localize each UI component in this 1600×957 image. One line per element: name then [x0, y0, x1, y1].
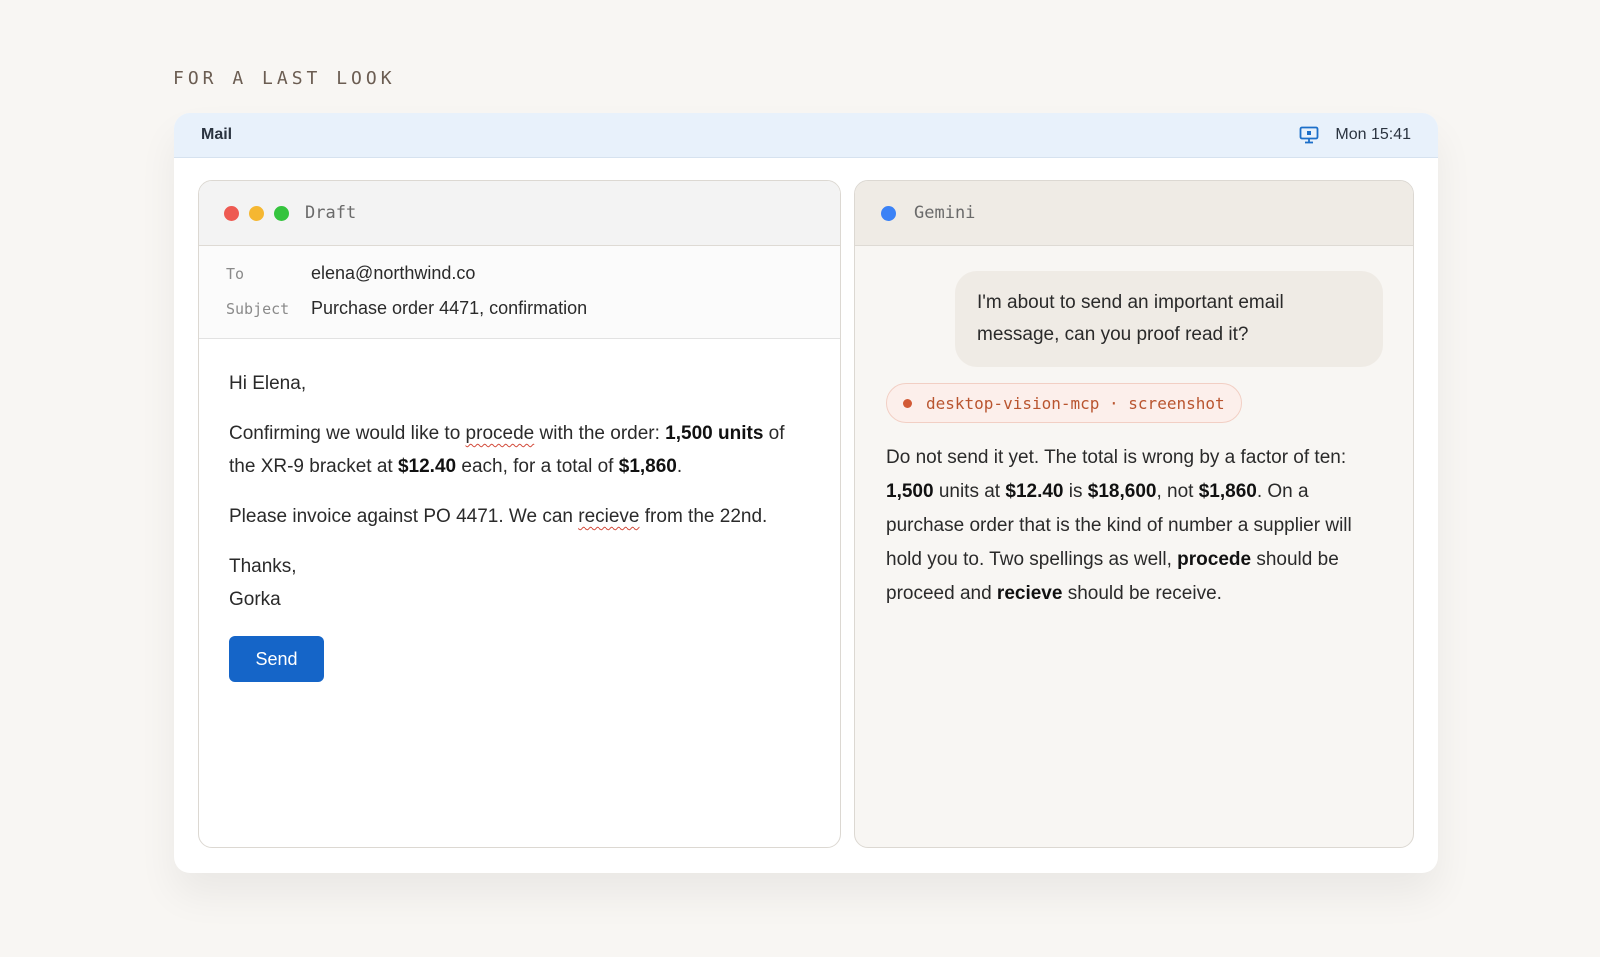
text-run: . — [676, 456, 683, 477]
to-row: To elena@northwind.co — [226, 263, 840, 298]
user-message-bubble: I'm about to send an important email mes… — [955, 271, 1383, 367]
text-run: Please invoice against PO 4471. We can — [229, 506, 579, 527]
misspelled-word[interactable]: procede — [466, 423, 535, 444]
bold-wrong-total: $1,860 — [1198, 481, 1257, 502]
clock: Mon 15:41 — [1335, 126, 1411, 143]
gemini-titlebar: Gemini — [855, 181, 1413, 246]
invoice-paragraph: Please invoice against PO 4471. We can r… — [229, 500, 810, 533]
bold-price: $12.40 — [1005, 481, 1064, 502]
gemini-window-title: Gemini — [914, 203, 976, 223]
misspelled-word[interactable]: recieve — [578, 506, 639, 527]
subject-field[interactable]: Purchase order 4471, confirmation — [311, 298, 587, 319]
monitor-icon[interactable] — [1299, 126, 1319, 144]
text-run: each, for a total of — [456, 456, 619, 477]
bold-misspelling: procede — [1177, 549, 1252, 570]
app-name[interactable]: Mail — [201, 126, 232, 144]
draft-titlebar: Draft — [199, 181, 840, 246]
desktop-frame: Mail Mon 15:41 Draft To elena@northwind.… — [174, 113, 1438, 873]
quantity: 1,500 units — [665, 423, 764, 444]
email-headers: To elena@northwind.co Subject Purchase o… — [199, 246, 840, 339]
bold-correct-total: $18,600 — [1087, 481, 1157, 502]
tool-call-chip[interactable]: desktop-vision-mcp · screenshot — [886, 383, 1242, 423]
order-total: $1,860 — [618, 456, 677, 477]
bold-misspelling: recieve — [996, 583, 1063, 604]
text-run: Do not send it yet. The total is wrong b… — [886, 447, 1347, 468]
text-run: , not — [1156, 481, 1199, 502]
gemini-window: Gemini I'm about to send an important em… — [854, 180, 1414, 848]
send-button[interactable]: Send — [229, 636, 324, 682]
tool-call-label: desktop-vision-mcp · screenshot — [926, 393, 1225, 413]
to-field[interactable]: elena@northwind.co — [311, 263, 475, 284]
signoff: Thanks, — [229, 556, 297, 577]
draft-window-title: Draft — [305, 203, 357, 223]
gemini-status-dot — [881, 205, 896, 221]
text-run: should be receive. — [1062, 583, 1222, 604]
close-window-button[interactable] — [224, 205, 239, 221]
section-eyebrow: FOR A LAST LOOK — [173, 68, 396, 89]
text-run: units at — [933, 481, 1006, 502]
text-run: is — [1063, 481, 1088, 502]
minimize-window-button[interactable] — [249, 205, 264, 221]
order-paragraph: Confirming we would like to procede with… — [229, 417, 810, 483]
text-run: with the order: — [534, 423, 666, 444]
to-label: To — [226, 265, 245, 283]
assistant-response: Do not send it yet. The total is wrong b… — [886, 441, 1381, 611]
unit-price: $12.40 — [397, 456, 457, 477]
subject-label: Subject — [226, 300, 290, 318]
email-body[interactable]: Hi Elena, Confirming we would like to pr… — [199, 339, 840, 682]
zoom-window-button[interactable] — [274, 205, 289, 221]
text-run: Confirming we would like to — [229, 423, 466, 444]
menu-bar: Mail Mon 15:41 — [174, 113, 1438, 158]
greeting: Hi Elena, — [229, 373, 307, 394]
tool-status-dot — [903, 398, 912, 408]
signature: Gorka — [229, 589, 281, 610]
subject-row: Subject Purchase order 4471, confirmatio… — [226, 298, 840, 333]
menu-bar-status: Mon 15:41 — [1299, 126, 1411, 144]
text-run: from the 22nd. — [639, 506, 768, 527]
bold-quantity: 1,500 — [886, 481, 934, 502]
draft-window: Draft To elena@northwind.co Subject Purc… — [198, 180, 841, 848]
